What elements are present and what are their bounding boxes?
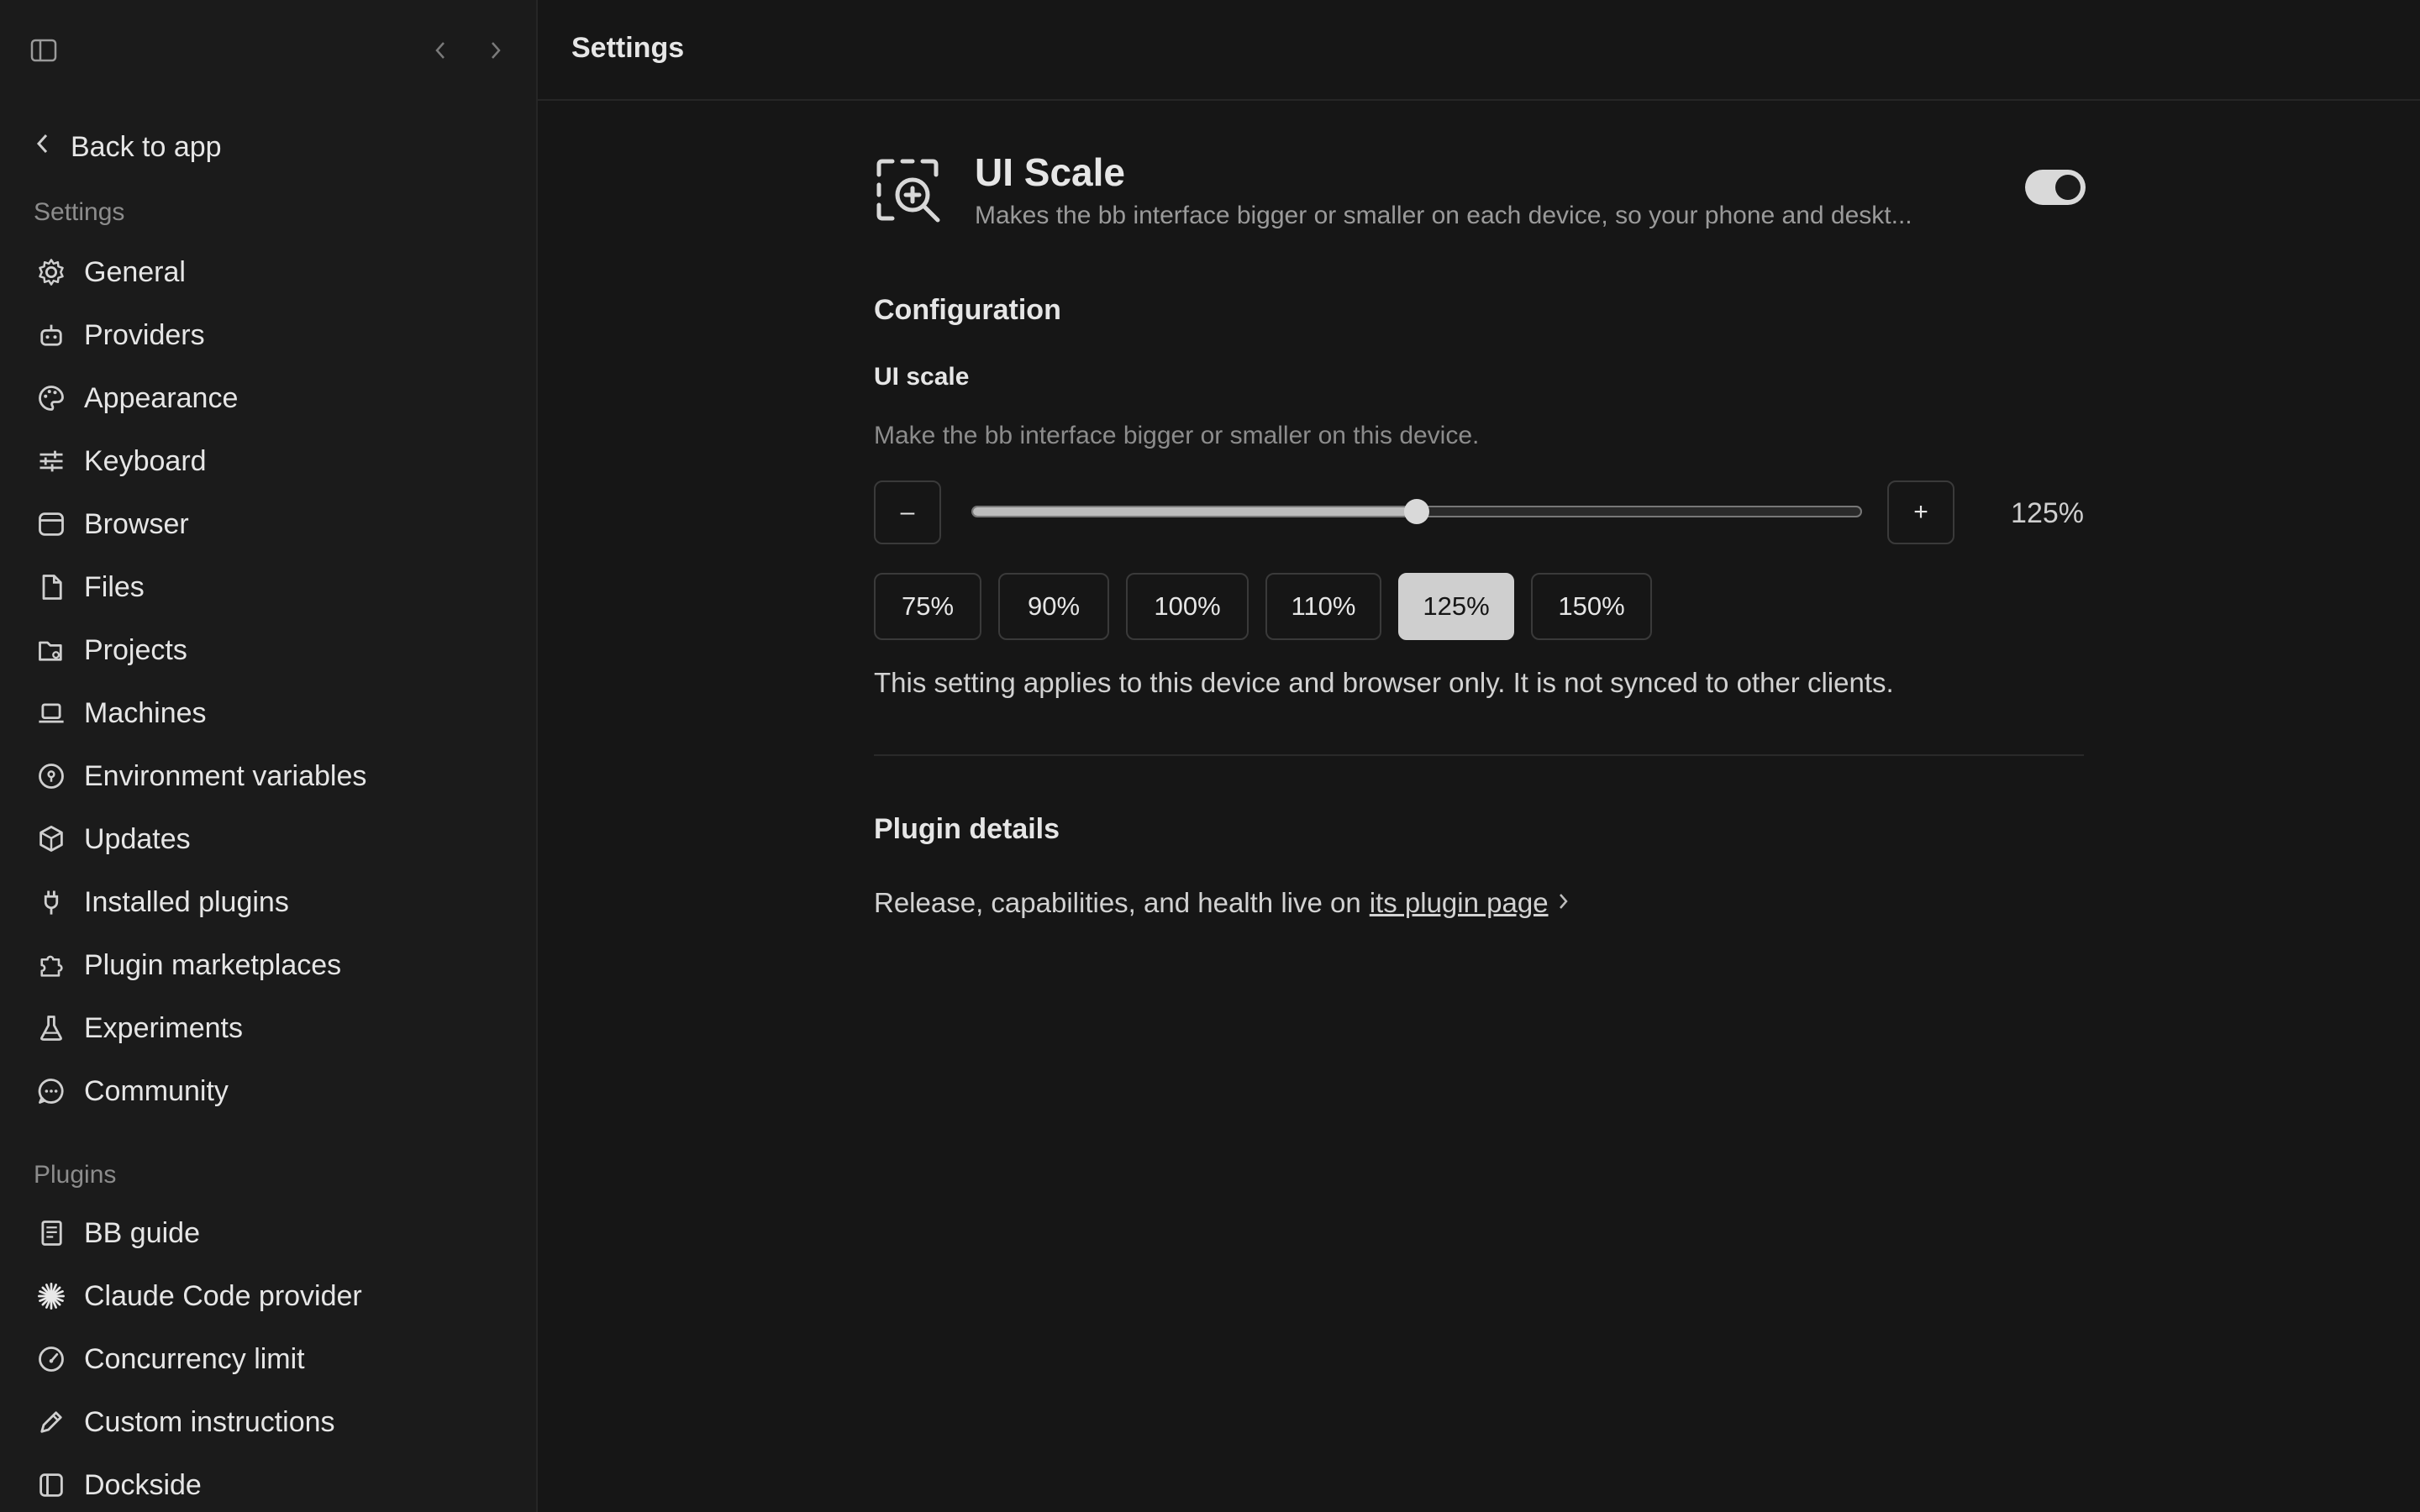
sliders-icon: [34, 444, 69, 479]
sync-note: This setting applies to this device and …: [874, 667, 1894, 698]
package-icon: [34, 822, 69, 857]
sidebar-item-label: Community: [84, 1074, 229, 1107]
sidebar-item-browser[interactable]: Browser: [34, 499, 189, 549]
preset-button-100-percent[interactable]: 100%: [1126, 573, 1249, 640]
pin-icon: [34, 759, 69, 794]
back-to-app-link[interactable]: Back to app: [34, 124, 222, 170]
sidebar-item-label: Projects: [84, 633, 187, 666]
flask-icon: [34, 1011, 69, 1046]
nav-forward-icon[interactable]: [482, 34, 509, 67]
plugins-section-heading: Plugins: [34, 1161, 117, 1189]
sidebar-item-label: Plugin marketplaces: [84, 948, 342, 981]
settings-section-heading: Settings: [34, 198, 125, 226]
sidebar-item-label: Dockside: [84, 1468, 202, 1501]
sidebar-item-machines[interactable]: Machines: [34, 688, 207, 738]
plug-icon: [34, 885, 69, 920]
ui-scale-slider[interactable]: [971, 499, 1862, 524]
sidebar-item-updates[interactable]: Updates: [34, 814, 191, 864]
panel-icon: [34, 1467, 69, 1503]
sidebar-item-appearance[interactable]: Appearance: [34, 373, 238, 423]
toggle-sidebar-icon[interactable]: [25, 34, 62, 67]
plugin-title: UI Scale: [975, 150, 1125, 194]
plugin-enabled-toggle[interactable]: [2025, 170, 2086, 205]
folder-icon: [34, 633, 69, 668]
sidebar-item-community[interactable]: Community: [34, 1066, 229, 1116]
sidebar-item-label: Environment variables: [84, 759, 367, 792]
plugin-details-text: Release, capabilities, and health live o…: [874, 887, 1570, 919]
sidebar-item-files[interactable]: Files: [34, 562, 145, 612]
sidebar-header: [0, 0, 536, 99]
pencil-icon: [34, 1404, 69, 1440]
sidebar-item-environment-variables[interactable]: Environment variables: [34, 751, 366, 801]
sidebar-item-providers[interactable]: Providers: [34, 310, 205, 360]
sidebar-item-label: Providers: [84, 318, 205, 351]
sidebar-item-label: Installed plugins: [84, 885, 289, 918]
scale-value: 125%: [2011, 497, 2084, 529]
sidebar-item-label: Experiments: [84, 1011, 243, 1044]
bot-icon: [34, 318, 69, 353]
sidebar-item-label: Custom instructions: [84, 1405, 335, 1438]
sidebar-item-concurrency-limit[interactable]: Concurrency limit: [34, 1334, 305, 1384]
zoom-in-icon: [874, 156, 944, 227]
sidebar-item-keyboard[interactable]: Keyboard: [34, 436, 207, 486]
preset-button-125-percent[interactable]: 125%: [1398, 573, 1514, 640]
plugin-details-heading: Plugin details: [874, 813, 1060, 845]
sidebar-item-dockside[interactable]: Dockside: [34, 1460, 202, 1510]
main-header: Settings: [538, 0, 2420, 101]
sidebar: Back to app Settings General Providers App…: [0, 0, 538, 1512]
chevron-right-icon: [1557, 887, 1570, 919]
sidebar-item-label: Machines: [84, 696, 207, 729]
puzzle-icon: [34, 948, 69, 983]
sidebar-item-bb-guide[interactable]: BB guide: [34, 1208, 200, 1258]
file-icon: [34, 570, 69, 605]
sidebar-item-label: Claude Code provider: [84, 1279, 362, 1312]
sidebar-item-label: Updates: [84, 822, 191, 855]
gear-icon: [34, 255, 69, 290]
preset-button-90-percent[interactable]: 90%: [998, 573, 1109, 640]
slider-fill: [973, 507, 1417, 516]
decrease-scale-button[interactable]: –: [874, 480, 941, 544]
sidebar-item-label: Keyboard: [84, 444, 207, 477]
chevron-left-icon: [34, 131, 50, 164]
sidebar-item-installed-plugins[interactable]: Installed plugins: [34, 877, 289, 927]
sidebar-item-plugin-marketplaces[interactable]: Plugin marketplaces: [34, 940, 341, 990]
sidebar-item-label: Appearance: [84, 381, 239, 414]
book-icon: [34, 1215, 69, 1251]
sidebar-item-custom-instructions[interactable]: Custom instructions: [34, 1397, 335, 1447]
ui-scale-label: UI scale: [874, 363, 970, 391]
back-to-app-label: Back to app: [71, 130, 222, 163]
sidebar-item-label: BB guide: [84, 1216, 200, 1249]
sidebar-item-experiments[interactable]: Experiments: [34, 1003, 243, 1053]
nav-back-icon[interactable]: [427, 34, 454, 67]
laptop-icon: [34, 696, 69, 731]
sidebar-item-general[interactable]: General: [34, 247, 186, 297]
sidebar-item-label: Browser: [84, 507, 189, 540]
claude-burst-icon: [34, 1278, 69, 1314]
sidebar-item-label: Concurrency limit: [84, 1342, 305, 1375]
configuration-heading: Configuration: [874, 294, 1061, 326]
browser-icon: [34, 507, 69, 542]
plugin-details-sentence: Release, capabilities, and health live o…: [874, 887, 1361, 918]
sidebar-item-projects[interactable]: Projects: [34, 625, 187, 675]
sidebar-item-label: Files: [84, 570, 145, 603]
toggle-knob: [2055, 175, 2081, 200]
sidebar-item-claude-code-provider[interactable]: Claude Code provider: [34, 1271, 362, 1321]
preset-button-150-percent[interactable]: 150%: [1531, 573, 1652, 640]
sidebar-item-label: General: [84, 255, 186, 288]
page-title: Settings: [571, 32, 685, 64]
plugin-page-link[interactable]: its plugin page: [1370, 887, 1549, 919]
plugin-description: Makes the bb interface bigger or smaller…: [975, 202, 1912, 229]
gauge-icon: [34, 1341, 69, 1377]
section-divider: [874, 754, 2084, 756]
slider-thumb[interactable]: [1404, 499, 1429, 524]
preset-button-110-percent[interactable]: 110%: [1265, 573, 1381, 640]
preset-button-75-percent[interactable]: 75%: [874, 573, 981, 640]
ui-scale-help: Make the bb interface bigger or smaller …: [874, 422, 1480, 449]
chat-icon: [34, 1074, 69, 1109]
palette-icon: [34, 381, 69, 416]
increase-scale-button[interactable]: +: [1887, 480, 1954, 544]
